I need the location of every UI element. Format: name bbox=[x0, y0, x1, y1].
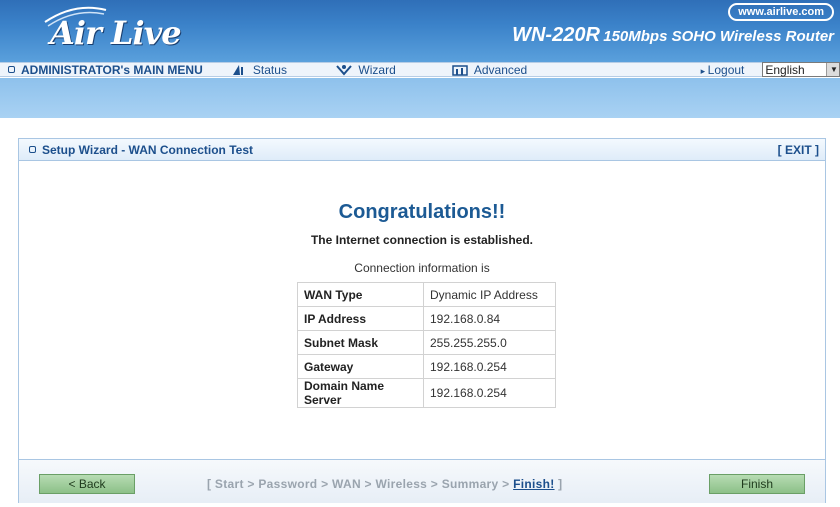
gateway-value: 192.168.0.254 bbox=[423, 354, 556, 379]
admin-main-menu[interactable]: ADMINISTRATOR's MAIN MENU bbox=[0, 63, 231, 77]
panel-title-text: Setup Wizard - WAN Connection Test bbox=[42, 142, 254, 157]
panel-title-bar: Setup Wizard - WAN Connection Test [ EXI… bbox=[19, 139, 825, 161]
connection-info-table: WAN Type Dynamic IP Address IP Address 1… bbox=[297, 282, 556, 408]
model-description: 150Mbps SOHO Wireless Router bbox=[603, 28, 834, 45]
main-menu-bar: ADMINISTRATOR's MAIN MENU Status Wizard … bbox=[0, 62, 840, 77]
wan-type-value: Dynamic IP Address bbox=[423, 282, 556, 307]
model-name: WN-220R bbox=[512, 24, 600, 46]
table-row: Subnet Mask 255.255.255.0 bbox=[297, 330, 556, 355]
wizard-steps-suffix: ] bbox=[554, 477, 563, 491]
wizard-icon bbox=[336, 64, 353, 76]
connection-message: The Internet connection is established. bbox=[310, 233, 534, 247]
language-select[interactable]: English ▼ bbox=[762, 62, 840, 77]
back-button[interactable]: < Back bbox=[39, 474, 135, 494]
advanced-icon bbox=[452, 64, 468, 76]
website-link[interactable]: www.airlive.com bbox=[728, 3, 834, 21]
subnet-mask-label: Subnet Mask bbox=[297, 330, 424, 355]
ip-address-value: 192.168.0.84 bbox=[423, 306, 556, 331]
wizard-steps: [ Start > Password > WAN > Wireless > Su… bbox=[207, 477, 562, 491]
nav-wizard[interactable]: Wizard bbox=[336, 63, 451, 77]
nav-status-label: Status bbox=[252, 62, 287, 77]
header-band bbox=[0, 78, 840, 118]
header-banner: Air Live www.airlive.com WN-220R 150Mbps… bbox=[0, 0, 840, 62]
wizard-footer: < Back [ Start > Password > WAN > Wirele… bbox=[19, 459, 825, 503]
language-value: English bbox=[765, 62, 805, 77]
table-row: Domain Name Server 192.168.0.254 bbox=[297, 378, 556, 408]
connection-info-caption: Connection information is bbox=[354, 261, 490, 275]
dns-value: 192.168.0.254 bbox=[423, 378, 556, 408]
ip-address-label: IP Address bbox=[297, 306, 424, 331]
panel-content: Congratulations!! The Internet connectio… bbox=[19, 161, 825, 441]
status-icon bbox=[232, 64, 243, 75]
subnet-mask-value: 255.255.255.0 bbox=[423, 330, 556, 355]
logout-link[interactable]: Logout bbox=[701, 63, 761, 77]
airlive-logo[interactable]: Air Live bbox=[50, 14, 182, 52]
nav-wizard-label: Wizard bbox=[358, 62, 396, 77]
wan-type-label: WAN Type bbox=[297, 282, 424, 307]
wizard-step-current[interactable]: Finish! bbox=[513, 477, 554, 491]
nav-status[interactable]: Status bbox=[231, 63, 336, 77]
congratulations-heading: Congratulations!! bbox=[338, 201, 506, 223]
exit-link[interactable]: [ EXIT ] bbox=[778, 143, 819, 157]
model-title: WN-220R 150Mbps SOHO Wireless Router bbox=[512, 24, 834, 47]
dns-label: Domain Name Server bbox=[297, 378, 424, 408]
table-row: IP Address 192.168.0.84 bbox=[297, 306, 556, 331]
nav-advanced-label: Advanced bbox=[473, 62, 528, 77]
finish-button[interactable]: Finish bbox=[709, 474, 805, 494]
wizard-steps-prefix: [ Start > Password > WAN > Wireless > Su… bbox=[207, 477, 514, 491]
bullet-icon bbox=[8, 66, 15, 73]
gateway-label: Gateway bbox=[297, 354, 424, 379]
chevron-down-icon[interactable]: ▼ bbox=[826, 63, 839, 76]
table-row: WAN Type Dynamic IP Address bbox=[297, 282, 556, 307]
wizard-panel: Setup Wizard - WAN Connection Test [ EXI… bbox=[18, 138, 826, 503]
admin-main-menu-label: ADMINISTRATOR's MAIN MENU bbox=[21, 62, 203, 77]
bullet-icon bbox=[29, 146, 36, 153]
nav-advanced[interactable]: Advanced bbox=[452, 63, 701, 77]
table-row: Gateway 192.168.0.254 bbox=[297, 354, 556, 379]
panel-title: Setup Wizard - WAN Connection Test bbox=[29, 143, 253, 157]
